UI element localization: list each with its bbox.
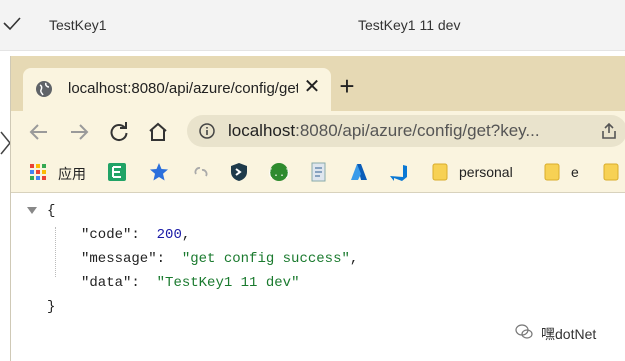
url-host: localhost (228, 121, 296, 140)
json-key-data: "data" (81, 275, 132, 291)
browser-window: localhost:8080/api/azure/config/get?key=… (10, 56, 625, 361)
bookmark-personal-label[interactable]: personal (459, 164, 513, 180)
bookmark-apps-label[interactable]: 应用 (58, 164, 86, 184)
tab-strip: localhost:8080/api/azure/config/get?key=… (11, 56, 625, 111)
home-icon[interactable] (147, 121, 169, 143)
tab-title: localhost:8080/api/azure/config/get?key=… (68, 80, 298, 97)
info-icon[interactable] (199, 123, 215, 139)
wechat-icon (515, 324, 533, 339)
json-close-brace: } (47, 299, 56, 315)
new-tab-button[interactable]: + (335, 73, 359, 99)
address-bar[interactable]: localhost:8080/api/azure/config/get?key.… (187, 115, 625, 147)
azure-bookmark-icon[interactable] (349, 162, 369, 182)
json-line-code: "code": 200, (81, 227, 191, 243)
back-arrow-icon[interactable] (28, 121, 50, 143)
json-value-code: 200 (156, 227, 182, 243)
bookmarks-bar: 应用 {..} p (11, 151, 625, 193)
star-bookmark-icon[interactable] (149, 162, 169, 182)
braces-bookmark-icon[interactable]: {..} (269, 162, 289, 182)
json-line-message: "message": "get config success", (81, 251, 359, 267)
folder-personal-icon[interactable] (432, 162, 448, 182)
svg-text:{..}: {..} (269, 168, 289, 179)
json-key-code: "code" (81, 227, 132, 243)
url-text: localhost:8080/api/azure/config/get?key.… (228, 121, 540, 141)
reload-icon[interactable] (108, 121, 130, 143)
bookmark-e-label[interactable]: e (571, 164, 579, 180)
share-icon[interactable] (600, 122, 618, 140)
apps-grid-icon[interactable] (29, 162, 47, 182)
folder-e-icon[interactable] (544, 162, 560, 182)
tab-close-button[interactable]: ✕ (301, 76, 323, 98)
indent-guide (55, 227, 56, 277)
json-open-brace: { (47, 203, 56, 219)
document-bookmark-icon[interactable] (309, 162, 329, 182)
globe-icon (36, 81, 52, 97)
browser-tab[interactable]: localhost:8080/api/azure/config/get?key=… (23, 68, 331, 111)
link-bookmark-icon[interactable] (191, 162, 211, 182)
watermark-text: 嘿dotNet (541, 326, 597, 342)
devops-bookmark-icon[interactable] (389, 162, 409, 182)
url-path: :8080/api/azure/config/get?key... (295, 121, 540, 140)
row-key-cell: TestKey1 (49, 17, 107, 33)
json-line-data: "data": "TestKey1 11 dev" (81, 275, 300, 291)
background-table-row[interactable]: TestKey1 TestKey1 11 dev (0, 0, 625, 51)
json-key-message: "message" (81, 251, 157, 267)
shield-bookmark-icon[interactable] (229, 162, 249, 182)
checkmark-icon (3, 17, 21, 31)
browser-toolbar: localhost:8080/api/azure/config/get?key.… (11, 111, 625, 151)
collapse-toggle-icon[interactable] (27, 207, 37, 214)
row-value-cell: TestKey1 11 dev (358, 17, 461, 33)
forward-arrow-icon[interactable] (68, 121, 90, 143)
json-value-data: "TestKey1 11 dev" (156, 275, 300, 291)
folder-icon[interactable] (603, 162, 619, 182)
excel-bookmark-icon[interactable] (107, 162, 127, 182)
json-value-message: "get config success" (181, 251, 350, 267)
